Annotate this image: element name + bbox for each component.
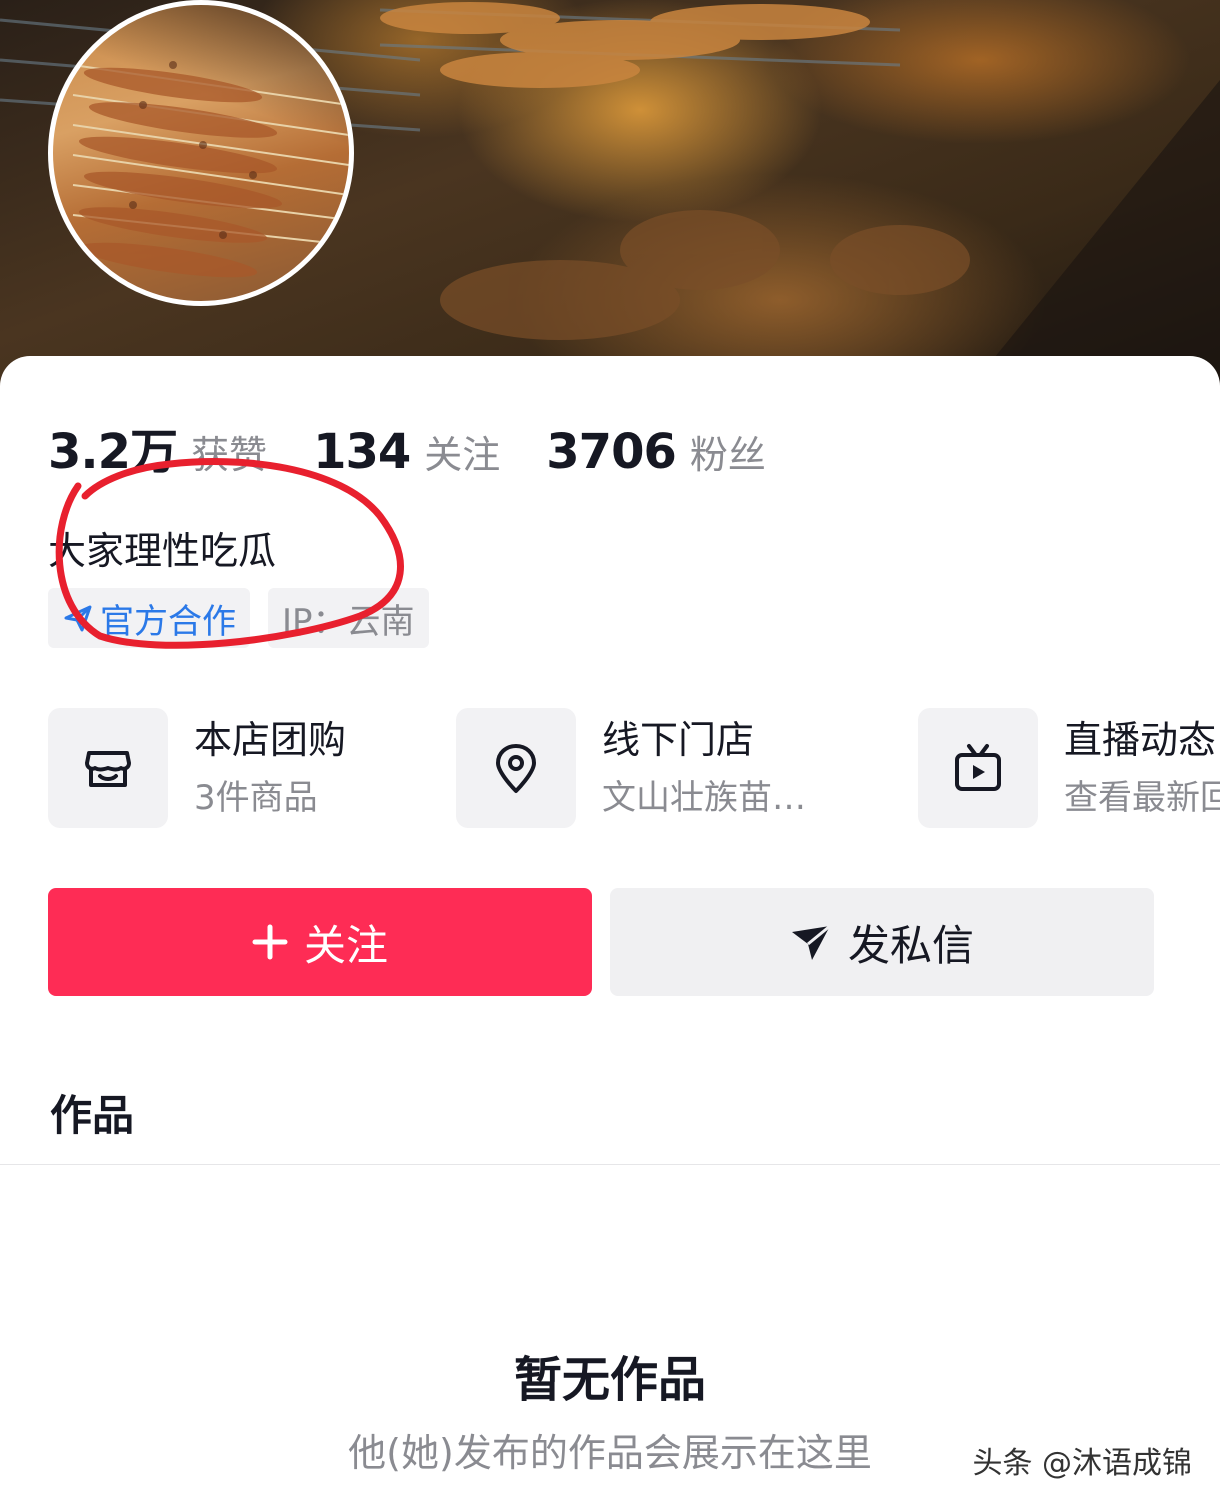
tab-works[interactable]: 作品 (50, 1082, 134, 1143)
store-icon (48, 708, 168, 828)
service-subtitle: 3件商品 (194, 778, 318, 818)
service-title: 本店团购 (194, 718, 347, 762)
plus-icon (252, 924, 288, 960)
paper-plane-icon (790, 922, 832, 962)
service-cards: 本店团购 3件商品 线下门店 文山壮族苗… 直播动态 查看最新回 (48, 708, 1220, 828)
watermark: 头条 @沐语成锦 (972, 1446, 1192, 1481)
follow-button[interactable]: 关注 (48, 888, 592, 996)
stat-followers[interactable]: 3706 粉丝 (546, 424, 766, 480)
empty-works-title: 暂无作品 (513, 1352, 706, 1408)
avatar[interactable] (48, 0, 354, 306)
stat-followers-label: 粉丝 (689, 433, 766, 477)
message-button[interactable]: 发私信 (610, 888, 1154, 996)
avatar-skewers-image (72, 61, 349, 278)
stat-following-label: 关注 (424, 433, 501, 477)
service-subtitle: 查看最新回 (1064, 778, 1220, 818)
follow-button-label: 关注 (303, 920, 388, 970)
tab-divider (0, 1164, 1220, 1165)
service-card-group-buy[interactable]: 本店团购 3件商品 (48, 708, 346, 828)
location-pin-icon (456, 708, 576, 828)
tv-icon (918, 708, 1038, 828)
service-title: 线下门店 (602, 718, 755, 762)
message-button-label: 发私信 (847, 920, 974, 970)
service-title: 直播动态 (1064, 718, 1217, 762)
profile-cover-image (0, 0, 1220, 400)
service-card-offline-store[interactable]: 线下门店 文山壮族苗… (456, 708, 806, 828)
stat-followers-value: 3706 (546, 424, 677, 480)
service-subtitle: 文山壮族苗… (602, 778, 806, 818)
service-card-live[interactable]: 直播动态 查看最新回 (918, 708, 1220, 828)
red-annotation-circle (55, 458, 404, 649)
